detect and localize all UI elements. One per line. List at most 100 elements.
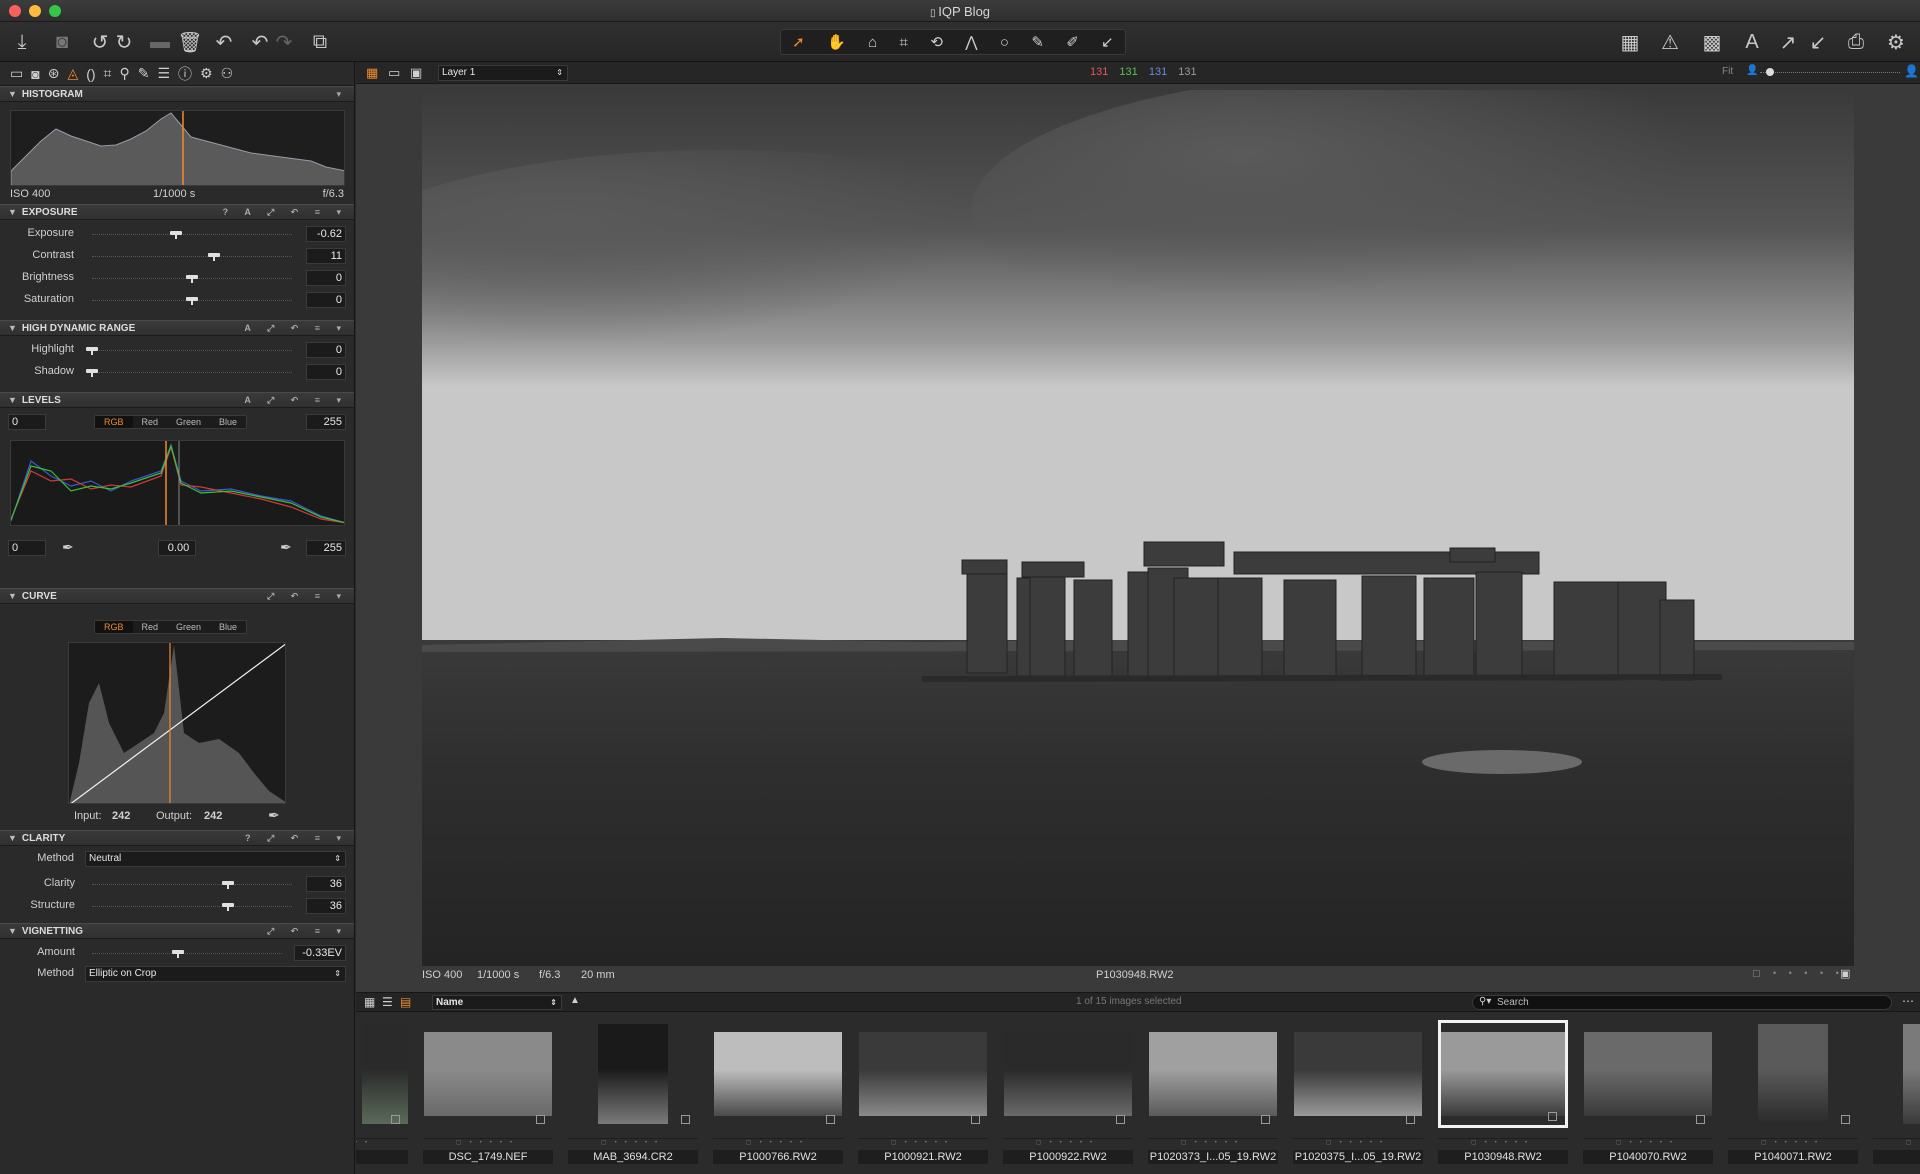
thumbnail-image[interactable] (598, 1024, 668, 1124)
section-tools-icon[interactable]: ⤢ ↶ ≡ ▾ (267, 589, 348, 604)
circle-icon[interactable]: ○ (1000, 34, 1009, 51)
slider-track[interactable] (92, 234, 292, 235)
exposure-value-field[interactable]: -0.62 (306, 226, 346, 242)
exposure-header[interactable]: ▼ EXPOSURE? A ⤢ ↶ ≡ ▾ (0, 204, 354, 220)
thumbnail-image[interactable] (1758, 1024, 1828, 1124)
thumbnail-rating[interactable]: ▢••••• (1728, 1138, 1858, 1148)
print-icon[interactable]: ⎙ (1842, 28, 1870, 56)
output-tab-icon[interactable]: ⚙ (200, 65, 213, 82)
capture-tab-icon[interactable]: ◙ (31, 66, 39, 82)
levels-header[interactable]: ▼ LEVELS A ⤢ ↶ ≡ ▾ (0, 392, 354, 408)
slider-knob[interactable] (222, 903, 234, 911)
thumbnail[interactable]: ▢••••• P1030948.RW2 (1434, 1020, 1572, 1166)
slider-knob[interactable] (208, 253, 220, 261)
shadow-value-field[interactable]: 0 (306, 364, 346, 380)
thumbnail-frame[interactable] (356, 1020, 408, 1128)
adjust-tab-icon[interactable]: ✎ (138, 65, 150, 82)
hdr-header[interactable]: ▼ HIGH DYNAMIC RANGE A ⤢ ↶ ≡ ▾ (0, 320, 354, 336)
tab-green[interactable]: Green (167, 621, 210, 633)
brightness-value-field[interactable]: 0 (306, 270, 346, 286)
compare-icon[interactable]: ▣ (1840, 967, 1850, 980)
thumbnail-rating[interactable]: ▢••••• (1293, 1138, 1423, 1148)
thumbnail[interactable]: ▢••••• P1040071.RW2 (1724, 1020, 1862, 1166)
thumbnail-frame[interactable] (858, 1020, 988, 1128)
sort-select[interactable]: Name ⇕ (432, 995, 562, 1010)
stamp-icon[interactable]: ⌂ (868, 34, 877, 51)
slider-knob[interactable] (222, 881, 234, 889)
thumbnail[interactable]: ▢••••• P1000922.RW2 (999, 1020, 1137, 1166)
slider-track[interactable] (92, 906, 292, 907)
metadata-tab-icon[interactable]: ☰ (157, 65, 170, 82)
tab-rgb[interactable]: RGB (95, 621, 133, 633)
amount-value-field[interactable]: -0.33EV (294, 945, 346, 961)
section-tools-icon[interactable]: A ⤢ ↶ ≡ ▾ (244, 393, 348, 408)
thumbnail[interactable]: ▢••••• P1020375_I...05_19.RW2 (1289, 1020, 1427, 1166)
exposure-tab-icon[interactable]: ◬ (67, 65, 78, 82)
levels-midpoint[interactable]: 0.00 (158, 540, 196, 556)
thumbnail-frame[interactable] (1293, 1020, 1423, 1128)
thumbnail-frame[interactable] (1003, 1020, 1133, 1128)
vignetting-method-select[interactable]: Elliptic on Crop ⇕ (85, 966, 346, 982)
zoom-fit-label[interactable]: Fit (1722, 66, 1733, 77)
thumbnail-rating[interactable]: ▢••••• (858, 1138, 988, 1148)
thumbnail-frame[interactable] (713, 1020, 843, 1128)
export-icon[interactable]: ↗ (1774, 28, 1802, 56)
undo-icon[interactable]: ↶ (210, 28, 238, 56)
settings-icon[interactable]: ⚙ (1882, 28, 1910, 56)
thumbnail-frame[interactable] (568, 1020, 698, 1128)
levels-input-high[interactable]: 255 (306, 414, 346, 430)
proof-view-icon[interactable]: ▣ (410, 65, 422, 81)
search-field[interactable]: ⚲▾ Search (1472, 995, 1892, 1010)
tab-blue[interactable]: Blue (210, 621, 246, 633)
text-icon[interactable]: A (1738, 28, 1766, 56)
batch-tab-icon[interactable]: ⚇ (221, 65, 234, 82)
slider-track[interactable] (92, 884, 292, 885)
camera-icon[interactable]: ◙ (48, 28, 76, 56)
thumbnail-frame[interactable] (1583, 1020, 1713, 1128)
arrow-icon[interactable]: ↙ (1804, 28, 1832, 56)
section-tools-icon[interactable]: ? A ⤢ ↶ ≡ ▾ (223, 205, 348, 220)
slider-knob[interactable] (86, 347, 98, 355)
thumbnail[interactable]: ▢••••• P1000766.RW2 (709, 1020, 847, 1166)
layer-select[interactable]: Layer 1 ⇕ (438, 65, 568, 81)
levels-picker-black-icon[interactable]: ✒ (62, 539, 74, 556)
structure-value-field[interactable]: 36 (306, 898, 346, 914)
tab-rgb[interactable]: RGB (95, 416, 133, 428)
trash-icon[interactable]: 🗑 (176, 28, 204, 56)
thumbnail-rating[interactable]: ▢••••• (1873, 1138, 1920, 1148)
picker-icon[interactable]: ✐ (1066, 33, 1079, 51)
slider-knob[interactable] (186, 275, 198, 283)
thumbnail-image[interactable] (1903, 1024, 1920, 1124)
thumbnail-rating[interactable]: ▢••••• (713, 1138, 843, 1148)
main-photo[interactable] (422, 90, 1854, 966)
thumbnail-rating[interactable]: ▢••••• (1003, 1138, 1133, 1148)
slider-track[interactable] (92, 953, 282, 954)
library-tab-icon[interactable]: ▭ (10, 65, 23, 82)
histogram-header[interactable]: ▼ HISTOGRAM ▾ (0, 86, 354, 102)
slider-knob[interactable] (186, 297, 198, 305)
tab-green[interactable]: Green (167, 416, 210, 428)
lens-tab-icon[interactable]: () (86, 66, 95, 82)
thumbnail-image[interactable] (1584, 1032, 1712, 1116)
import-icon[interactable]: ⤓ (8, 28, 36, 56)
thumbnail-rating[interactable]: ▢••••• (1438, 1138, 1568, 1148)
more-options-icon[interactable]: ⋯ (1902, 994, 1914, 1008)
redo-right-icon[interactable]: ↷ (270, 28, 298, 56)
saturation-value-field[interactable]: 0 (306, 292, 346, 308)
thumbnail-frame[interactable] (1148, 1020, 1278, 1128)
highlight-value-field[interactable]: 0 (306, 342, 346, 358)
thumbnail-image[interactable] (1441, 1032, 1565, 1116)
sort-direction-icon[interactable]: ▲ (570, 995, 580, 1006)
clarity-header[interactable]: ▼ CLARITY? ⤢ ↶ ≡ ▾ (0, 830, 354, 846)
slider-knob[interactable] (170, 231, 182, 239)
color-tab-icon[interactable]: ⊛ (48, 65, 60, 82)
thumbnail[interactable]: ▢••••• P1040070.RW2 (1579, 1020, 1717, 1166)
chevron-down-icon[interactable]: ▾ (336, 87, 348, 102)
thumbnail-image[interactable] (1149, 1032, 1277, 1116)
thumbnail-rating[interactable]: ▢••••• (356, 1138, 408, 1148)
slider-knob[interactable] (171, 950, 184, 958)
thumbnail-image[interactable] (714, 1032, 842, 1116)
levels-output-high[interactable]: 255 (306, 540, 346, 556)
detail-tab-icon[interactable]: ⚲ (119, 65, 129, 82)
thumbnail-frame[interactable] (1438, 1020, 1568, 1128)
